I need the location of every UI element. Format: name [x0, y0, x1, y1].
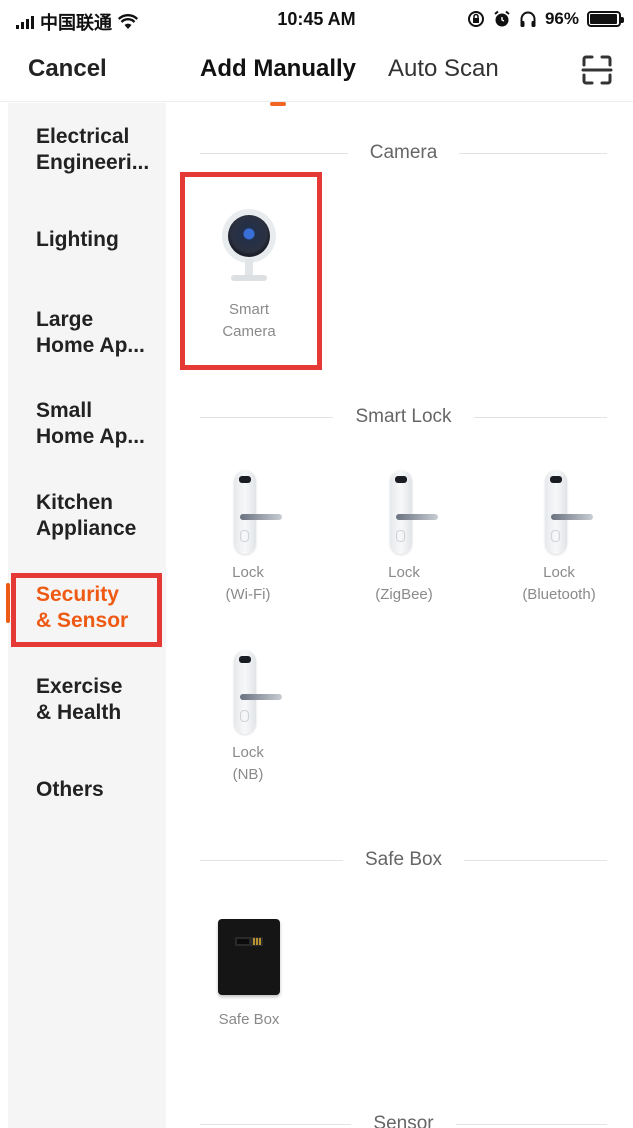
device-list: Camera Smart Camera Smart Lock Lock (Wi-… — [166, 103, 633, 1128]
sidebar-item-large-home-appliance[interactable]: Large Home Ap... — [36, 307, 161, 359]
highlight-box-smart-camera — [180, 172, 322, 370]
section-title: Camera — [369, 142, 438, 163]
cancel-button[interactable]: Cancel — [28, 55, 107, 83]
highlight-box-security-sensor — [11, 573, 162, 647]
section-header-camera: Camera — [200, 142, 608, 164]
device-lock-wifi[interactable]: Lock (Wi-Fi) — [183, 470, 313, 606]
section-title: Smart Lock — [355, 406, 452, 427]
sidebar-item-small-home-appliance[interactable]: Small Home Ap... — [36, 398, 161, 450]
status-icons: 96% — [467, 9, 624, 29]
door-lock-icon — [529, 470, 593, 554]
sidebar-item-kitchen-appliance[interactable]: Kitchen Appliance — [36, 490, 161, 542]
tab-auto-scan[interactable]: Auto Scan — [388, 55, 499, 83]
device-lock-bluetooth[interactable]: Lock (Bluetooth) — [494, 470, 624, 606]
device-name: Lock (Bluetooth) — [522, 564, 596, 603]
section-title: Sensor — [373, 1113, 434, 1128]
tab-add-manually-label: Add Manually — [200, 55, 357, 82]
headphones-icon — [520, 11, 536, 27]
sidebar-item-others[interactable]: Others — [36, 777, 161, 803]
status-bar: 中国联通 10:45 AM 96% — [0, 0, 633, 40]
safe-box-icon — [218, 919, 280, 995]
door-lock-icon — [218, 470, 282, 554]
active-category-indicator — [6, 583, 10, 623]
section-header-sensor: Sensor — [200, 1113, 608, 1128]
door-lock-icon — [374, 470, 438, 554]
door-lock-icon — [218, 650, 282, 734]
sidebar-item-exercise-health[interactable]: Exercise & Health — [36, 674, 161, 726]
battery-icon — [587, 11, 624, 27]
battery-percent: 96% — [544, 9, 579, 28]
device-name: Lock (Wi-Fi) — [225, 564, 271, 603]
device-name: Safe Box — [218, 1011, 280, 1028]
alarm-icon — [494, 10, 510, 27]
sidebar-item-electrical[interactable]: Electrical Engineeri... — [36, 124, 161, 176]
device-name: Lock (NB) — [232, 744, 264, 783]
device-lock-zigbee[interactable]: Lock (ZigBee) — [339, 470, 469, 606]
navigation-bar: Cancel Add Manually Auto Scan — [0, 40, 633, 106]
section-header-smart-lock: Smart Lock — [200, 406, 607, 428]
scan-qr-icon[interactable] — [581, 54, 613, 86]
device-name: Lock (ZigBee) — [375, 564, 433, 603]
tab-add-manually[interactable]: Add Manually — [200, 55, 357, 106]
sidebar-item-lighting[interactable]: Lighting — [36, 227, 161, 253]
device-safe-box[interactable]: Safe Box — [184, 919, 314, 1031]
rotation-lock-icon — [467, 11, 484, 27]
section-title: Safe Box — [364, 849, 443, 870]
device-lock-nb[interactable]: Lock (NB) — [183, 650, 313, 786]
section-header-safe-box: Safe Box — [200, 849, 608, 871]
